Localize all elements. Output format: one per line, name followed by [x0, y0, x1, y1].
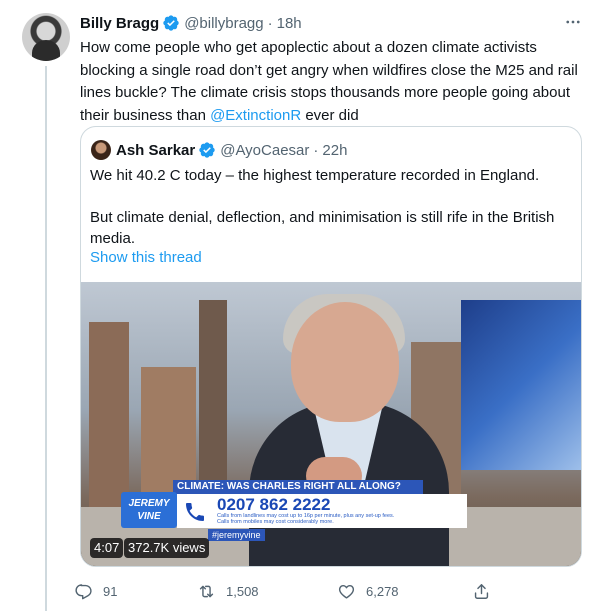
small-print-line-2: Calls from mobiles may cost considerably…: [217, 519, 334, 525]
quote-author-avatar: [91, 140, 111, 160]
tweet-text-end: ever did: [301, 106, 359, 124]
video-player[interactable]: CLIMATE: WAS CHARLES RIGHT ALL ALONG? JE…: [81, 282, 581, 566]
reply-count: 91: [103, 583, 118, 599]
reply-icon: [75, 583, 92, 599]
video-person-head: [291, 302, 399, 422]
quote-paragraph-1: We hit 40.2 C today – the highest temper…: [90, 167, 540, 184]
show-logo-line-2: VINE: [137, 511, 161, 522]
video-screen-graphic: [461, 300, 581, 470]
share-icon: [474, 583, 489, 599]
quote-timestamp: 22h: [322, 141, 348, 159]
verified-badge-icon: [198, 141, 216, 159]
like-button[interactable]: 6,278: [337, 580, 472, 602]
tweet-timestamp[interactable]: 18h: [277, 15, 302, 32]
lower-third-hashtag: #jeremyvine: [208, 529, 265, 541]
retweet-count: 1,508: [226, 583, 259, 599]
phone-number: 0207 862 2222: [217, 495, 331, 514]
lower-third-phone-box: 0207 862 2222 Calls from landlines may c…: [177, 494, 467, 528]
like-count: 6,278: [366, 583, 399, 599]
reply-button[interactable]: 91: [74, 580, 197, 602]
video-views-badge: 372.7K views: [124, 538, 210, 558]
heart-icon: [338, 584, 355, 599]
quoted-tweet[interactable]: Ash Sarkar @AyoCaesar · 22h We hit 40.2 …: [80, 126, 582, 567]
quote-author-handle: @AyoCaesar: [220, 141, 310, 159]
more-horizontal-icon[interactable]: [562, 11, 584, 33]
author-name[interactable]: Billy Bragg: [80, 15, 159, 32]
video-duration-badge: 4:07: [90, 538, 124, 558]
lower-third-small-print: Calls from landlines may cost up to 16p …: [217, 513, 394, 525]
author-handle[interactable]: @billybragg: [184, 15, 263, 32]
author-avatar[interactable]: [22, 13, 70, 61]
phone-icon: [183, 500, 207, 524]
quote-author-name: Ash Sarkar: [116, 141, 196, 159]
video-lower-third: CLIMATE: WAS CHARLES RIGHT ALL ALONG? JE…: [121, 480, 467, 544]
retweet-button[interactable]: 1,508: [197, 580, 337, 602]
separator: ·: [313, 141, 319, 159]
retweet-icon: [199, 585, 214, 597]
tweet-actions: 91 1,508 6,278: [74, 580, 582, 602]
quote-paragraph-2: But climate denial, deflection, and mini…: [90, 209, 555, 247]
tweet-header: Billy Bragg @billybragg · 18h: [80, 13, 302, 33]
share-button[interactable]: [472, 580, 501, 602]
lower-third-headline: CLIMATE: WAS CHARLES RIGHT ALL ALONG?: [173, 480, 423, 494]
show-logo: JEREMY VINE: [121, 492, 177, 528]
quote-header: Ash Sarkar @AyoCaesar · 22h: [91, 139, 347, 161]
thread-line: [45, 66, 47, 611]
verified-badge-icon: [162, 14, 180, 32]
show-logo-line-1: JEREMY: [128, 498, 170, 509]
mention-link[interactable]: @ExtinctionR: [210, 107, 301, 124]
separator: ·: [267, 14, 273, 32]
show-thread-link[interactable]: Show this thread: [90, 249, 202, 266]
tweet-text: How come people who get apoplectic about…: [80, 37, 580, 127]
